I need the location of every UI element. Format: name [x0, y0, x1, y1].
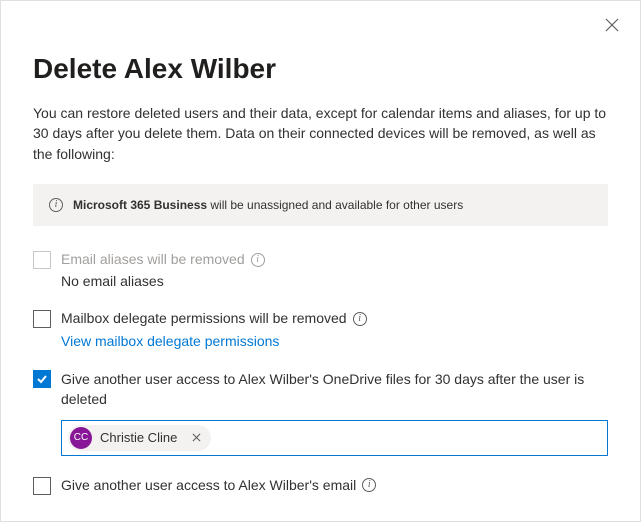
aliases-label-row: Email aliases will be removed i [61, 250, 608, 270]
aliases-label: Email aliases will be removed [61, 250, 245, 270]
option-mailbox-delegate: Mailbox delegate permissions will be rem… [33, 309, 608, 349]
page-title: Delete Alex Wilber [33, 53, 608, 85]
license-info-banner: i Microsoft 365 Business will be unassig… [33, 184, 608, 226]
onedrive-checkbox[interactable] [33, 370, 51, 388]
close-button[interactable] [598, 11, 626, 39]
remove-user-button[interactable] [189, 431, 203, 445]
aliases-subtext: No email aliases [61, 273, 608, 289]
close-icon [605, 18, 619, 32]
info-icon: i [49, 198, 63, 212]
delegate-label-row: Mailbox delegate permissions will be rem… [61, 309, 608, 329]
option-onedrive-access: Give another user access to Alex Wilber'… [33, 369, 608, 456]
banner-tail: will be unassigned and available for oth… [207, 198, 463, 212]
user-chip-name: Christie Cline [100, 430, 177, 445]
checkmark-icon [36, 373, 48, 385]
remove-icon [192, 433, 201, 442]
email-access-label: Give another user access to Alex Wilber'… [61, 476, 356, 496]
option-email-access: Give another user access to Alex Wilber'… [33, 476, 608, 496]
delegate-label: Mailbox delegate permissions will be rem… [61, 309, 347, 329]
options-list: Email aliases will be removed i No email… [33, 250, 608, 495]
email-access-info-icon[interactable]: i [362, 478, 376, 492]
description-text: You can restore deleted users and their … [33, 103, 608, 164]
view-delegate-permissions-link[interactable]: View mailbox delegate permissions [61, 333, 279, 349]
banner-product: Microsoft 365 Business [73, 198, 207, 212]
delegate-checkbox[interactable] [33, 310, 51, 328]
delegate-info-icon[interactable]: i [353, 312, 367, 326]
aliases-info-icon: i [251, 253, 265, 267]
option-email-aliases: Email aliases will be removed i No email… [33, 250, 608, 290]
banner-message: Microsoft 365 Business will be unassigne… [73, 198, 463, 212]
delete-user-panel: Delete Alex Wilber You can restore delet… [0, 0, 641, 522]
email-access-label-row: Give another user access to Alex Wilber'… [61, 476, 608, 496]
email-access-checkbox[interactable] [33, 477, 51, 495]
user-avatar: CC [70, 427, 92, 449]
onedrive-label: Give another user access to Alex Wilber'… [61, 369, 608, 410]
user-chip: CC Christie Cline [68, 425, 211, 451]
onedrive-user-picker[interactable]: CC Christie Cline [61, 420, 608, 456]
aliases-checkbox [33, 251, 51, 269]
